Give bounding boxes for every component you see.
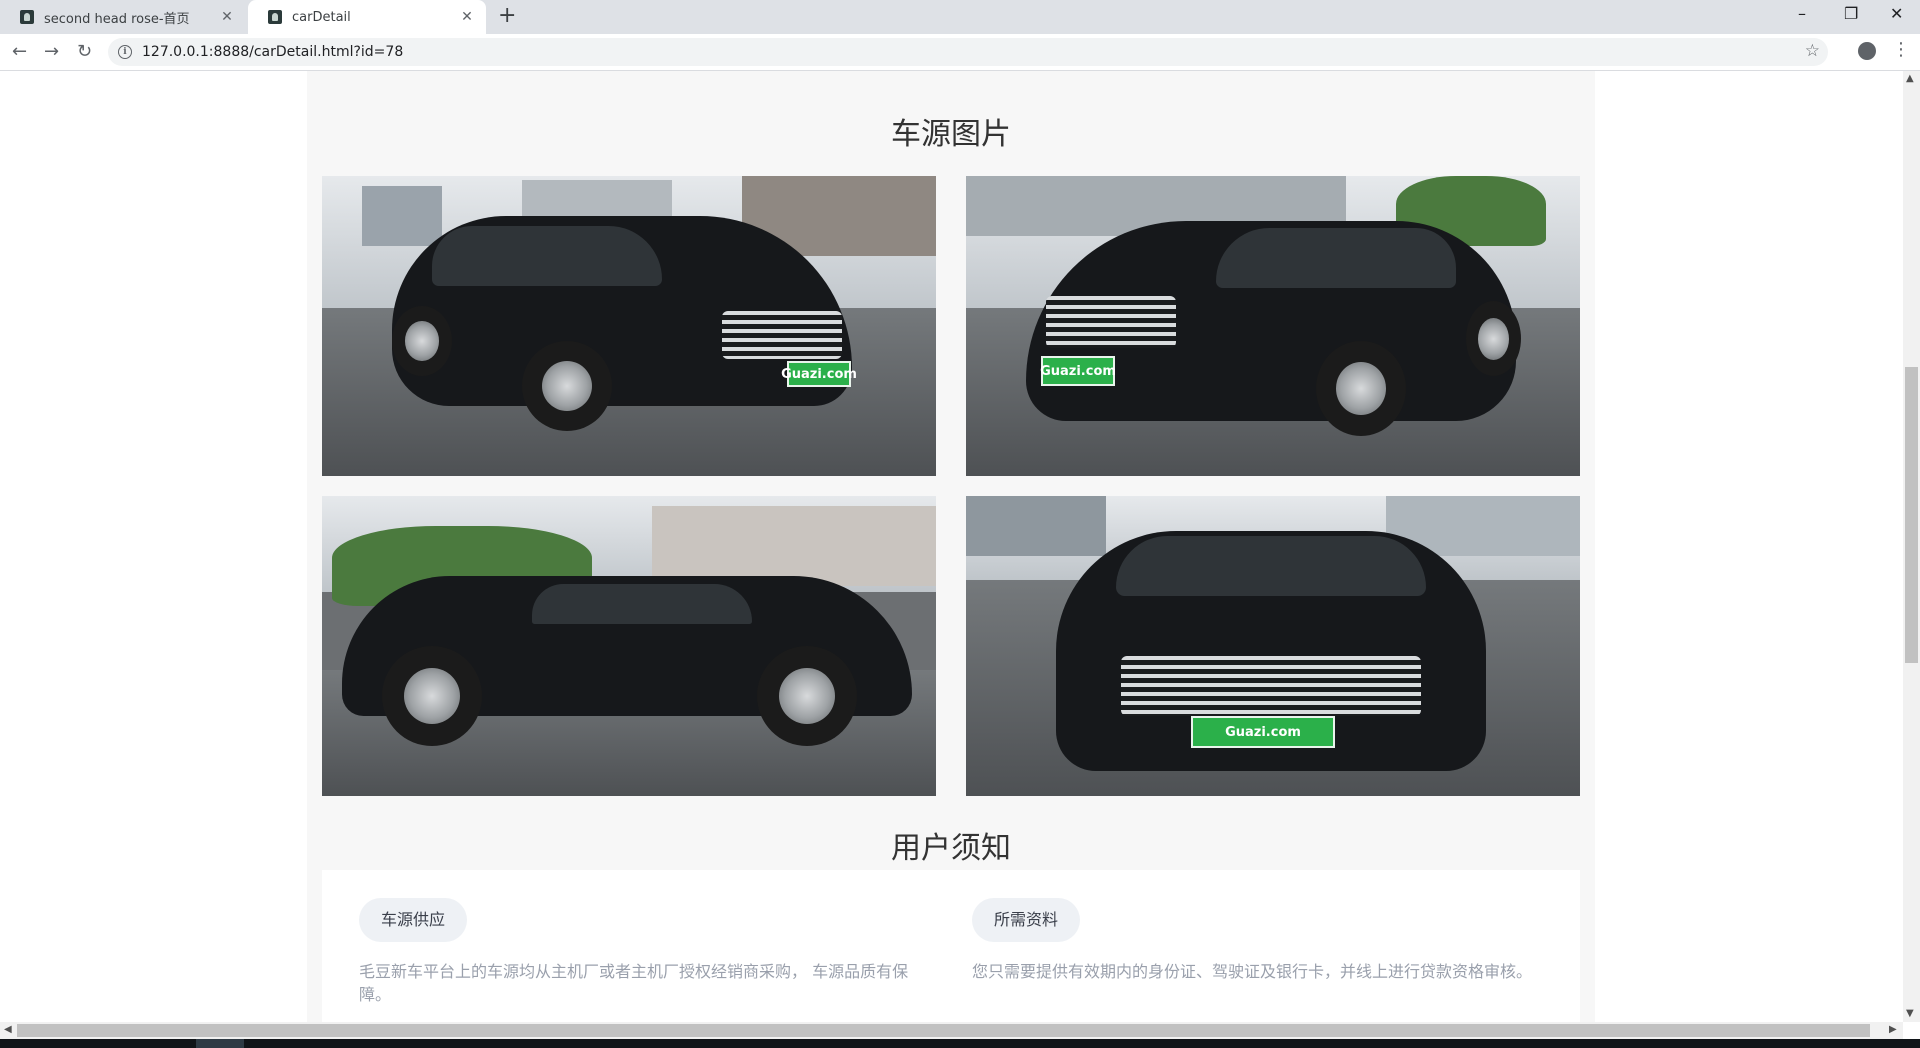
- photos-section-title: 车源图片: [891, 117, 1011, 152]
- tab-title: second head rose-首页: [44, 11, 190, 27]
- info-icon[interactable]: i: [118, 45, 132, 59]
- scroll-down-arrow-icon[interactable]: ▼: [1906, 1008, 1914, 1019]
- os-taskbar: [0, 1039, 1920, 1048]
- horizontal-scrollbar[interactable]: ◀ ▶: [0, 1022, 1903, 1039]
- restore-button[interactable]: ❐: [1844, 4, 1858, 23]
- site-favicon-icon: [20, 10, 34, 24]
- close-tab-icon[interactable]: ✕: [458, 9, 476, 25]
- close-tab-icon[interactable]: ✕: [218, 9, 236, 25]
- tab-title: carDetail: [292, 9, 351, 25]
- menu-dots-icon[interactable]: ⋮: [1892, 39, 1910, 60]
- plate: Guazi.com: [1040, 356, 1116, 386]
- bookmark-star-icon[interactable]: ☆: [1805, 41, 1820, 61]
- notice-label-supply: 车源供应: [359, 898, 468, 942]
- taskbar-active-app[interactable]: [196, 1039, 244, 1048]
- address-bar[interactable]: i 127.0.0.1:8888/carDetail.html?id=78 ☆: [108, 38, 1828, 66]
- scroll-right-arrow-icon[interactable]: ▶: [1889, 1024, 1897, 1035]
- minimize-button[interactable]: –: [1798, 4, 1806, 23]
- notice-section-title: 用户须知: [891, 831, 1011, 866]
- account-icon[interactable]: [1858, 42, 1876, 60]
- back-arrow-icon[interactable]: ←: [12, 41, 27, 62]
- plate: Guazi.com: [1191, 716, 1335, 748]
- url-text[interactable]: 127.0.0.1:8888/carDetail.html?id=78: [142, 44, 403, 60]
- detail-container: 车源图片 Guazi.com Guazi.com Guazi.com 用户须知 …: [307, 71, 1595, 1022]
- site-favicon-icon: [268, 10, 282, 24]
- plate: Guazi.com: [781, 361, 857, 387]
- browser-toolbar: ← → ↻ i 127.0.0.1:8888/carDetail.html?id…: [0, 34, 1920, 71]
- vertical-scroll-thumb[interactable]: [1905, 367, 1918, 663]
- notice-text-documents: 您只需要提供有效期内的身份证、驾驶证及银行卡，并线上进行贷款资格审核。: [972, 962, 1533, 981]
- new-tab-button[interactable]: +: [498, 3, 516, 28]
- notice-panel: 车源供应 毛豆新车平台上的车源均从主机厂或者主机厂授权经销商采购， 车源品质有保…: [322, 870, 1580, 1022]
- notice-text-supply: 毛豆新车平台上的车源均从主机厂或者主机厂授权经销商采购， 车源品质有保障。: [359, 962, 909, 1004]
- forward-arrow-icon[interactable]: →: [44, 41, 59, 62]
- car-photo-2[interactable]: Guazi.com: [966, 176, 1580, 476]
- car-photo-4[interactable]: Guazi.com: [966, 496, 1580, 796]
- vertical-scrollbar[interactable]: ▲ ▼: [1903, 71, 1920, 1022]
- tab-cardetail[interactable]: carDetail ✕: [248, 0, 486, 34]
- tab-home[interactable]: second head rose-首页 ✕: [0, 0, 246, 34]
- car-photo-1[interactable]: Guazi.com: [322, 176, 936, 476]
- tab-strip: second head rose-首页 ✕ carDetail ✕ + – ❐ …: [0, 0, 1920, 34]
- notice-label-documents: 所需资料: [972, 898, 1081, 942]
- scroll-up-arrow-icon[interactable]: ▲: [1906, 73, 1914, 84]
- page-viewport: 车源图片 Guazi.com Guazi.com Guazi.com 用户须知 …: [0, 71, 1903, 1022]
- horizontal-scroll-thumb[interactable]: [17, 1024, 1870, 1037]
- scroll-left-arrow-icon[interactable]: ◀: [4, 1024, 12, 1035]
- close-window-button[interactable]: ✕: [1890, 4, 1903, 23]
- car-photo-3[interactable]: [322, 496, 936, 796]
- reload-icon[interactable]: ↻: [77, 41, 92, 62]
